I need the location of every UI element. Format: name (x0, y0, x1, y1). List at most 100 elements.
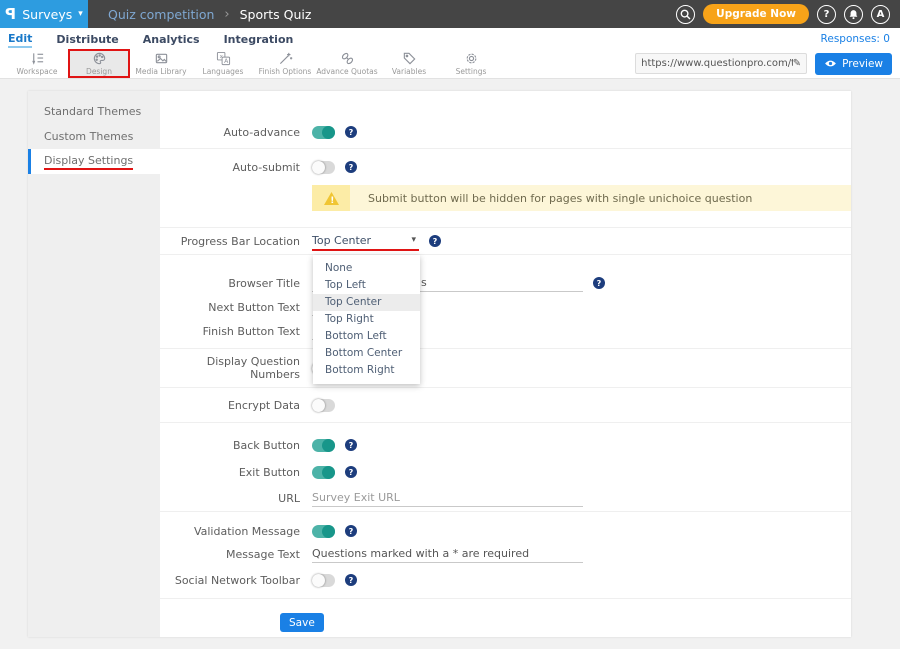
product-name: Surveys (22, 7, 72, 22)
exit-url-input[interactable]: Survey Exit URL (312, 489, 583, 507)
page-content: Standard Themes Custom Themes Display Se… (0, 79, 900, 649)
gear-icon (464, 51, 479, 66)
help-icon[interactable]: ? (345, 126, 357, 138)
tab-integration[interactable]: Integration (224, 31, 294, 47)
divider (160, 422, 851, 423)
menu-option-none[interactable]: None (313, 260, 420, 277)
menu-option-top-right[interactable]: Top Right (313, 311, 420, 328)
topbar-actions: Upgrade Now ? A (676, 4, 900, 24)
responses-count[interactable]: Responses: 0 (821, 33, 900, 45)
auto-advance-toggle[interactable] (312, 126, 335, 139)
encrypt-data-toggle[interactable] (312, 399, 335, 412)
breadcrumb: Quiz competition › Sports Quiz (108, 7, 311, 22)
progress-bar-location-selectwrap: Top Center ▾ None Top Left Top Center To… (312, 234, 419, 249)
breadcrumb-survey-name: Sports Quiz (240, 7, 312, 22)
help-icon[interactable]: ? (345, 161, 357, 173)
toolbar-item-label: Workspace (17, 67, 58, 76)
edit-url-pencil-icon[interactable]: ✎ (793, 58, 801, 69)
surveys-menu[interactable]: P Surveys ▾ (0, 0, 88, 28)
auto-submit-warning: ! Submit button will be hidden for pages… (312, 185, 851, 211)
tag-icon (402, 51, 417, 66)
main-tabs: Edit Distribute Analytics Integration Re… (0, 28, 900, 49)
help-icon[interactable]: ? (593, 277, 605, 289)
toggle-knob (322, 126, 335, 139)
toolbar-item-media-library[interactable]: Media Library (130, 49, 192, 78)
themes-sidebar: Standard Themes Custom Themes Display Se… (28, 91, 160, 637)
toolbar-item-label: Design (86, 67, 112, 76)
progress-bar-location-select[interactable]: Top Center ▾ (312, 234, 419, 249)
save-button[interactable]: Save (280, 613, 324, 632)
encrypt-data-row: Encrypt Data (160, 388, 851, 422)
toolbar-item-languages[interactable]: x A Languages (192, 49, 254, 78)
toggle-knob (312, 574, 325, 587)
toolbar-item-label: Languages (203, 67, 244, 76)
validation-message-row: Validation Message ? (160, 520, 851, 542)
auto-submit-row: Auto-submit ? (160, 149, 851, 185)
help-button[interactable]: ? (817, 5, 836, 24)
tab-analytics[interactable]: Analytics (143, 31, 200, 47)
tab-distribute[interactable]: Distribute (56, 31, 118, 47)
social-network-toolbar-label: Social Network Toolbar (160, 574, 300, 587)
help-icon[interactable]: ? (345, 525, 357, 537)
avatar[interactable]: A (871, 5, 890, 24)
sidebar-item-custom-themes[interactable]: Custom Themes (28, 124, 160, 149)
menu-option-bottom-center[interactable]: Bottom Center (313, 345, 420, 362)
toolbar-item-variables[interactable]: Variables (378, 49, 440, 78)
encrypt-data-label: Encrypt Data (160, 399, 300, 412)
menu-option-bottom-right[interactable]: Bottom Right (313, 362, 420, 379)
image-icon (154, 51, 169, 66)
sidebar-item-standard-themes[interactable]: Standard Themes (28, 99, 160, 124)
exit-button-toggle[interactable] (312, 466, 335, 479)
message-text-input[interactable]: Questions marked with a * are required (312, 545, 583, 563)
sidebar-item-label: Custom Themes (44, 130, 133, 143)
breadcrumb-folder[interactable]: Quiz competition (108, 7, 214, 22)
display-question-numbers-row: Display Question Numbers (160, 349, 851, 387)
progress-bar-location-menu: None Top Left Top Center Top Right Botto… (313, 255, 420, 384)
auto-advance-label: Auto-advance (160, 126, 300, 139)
toolbar-item-finish-options[interactable]: Finish Options (254, 49, 316, 78)
divider (160, 598, 851, 599)
toolbar-item-label: Finish Options (259, 67, 312, 76)
sidebar-item-display-settings[interactable]: Display Settings (28, 149, 160, 174)
toolbar-item-label: Advance Quotas (316, 67, 377, 76)
help-icon[interactable]: ? (429, 235, 441, 247)
toolbar-item-advance-quotas[interactable]: Advance Quotas (316, 49, 378, 78)
warning-icon-cell: ! (312, 185, 350, 211)
message-text-label: Message Text (160, 548, 300, 561)
menu-option-top-center[interactable]: Top Center (313, 294, 420, 311)
upgrade-now-button[interactable]: Upgrade Now (703, 4, 809, 24)
questionpro-logo-icon: P (5, 5, 16, 23)
help-icon[interactable]: ? (345, 574, 357, 586)
menu-option-top-left[interactable]: Top Left (313, 277, 420, 294)
breadcrumb-separator-icon: › (224, 7, 229, 22)
toolbar-item-settings[interactable]: Settings (440, 49, 502, 78)
preview-button[interactable]: Preview (815, 53, 892, 75)
survey-url-field[interactable]: https://www.questionpro.com/t/APNrFZ ✎ (635, 53, 807, 74)
social-network-toolbar-toggle[interactable] (312, 574, 335, 587)
menu-option-bottom-left[interactable]: Bottom Left (313, 328, 420, 345)
auto-submit-label: Auto-submit (160, 161, 300, 174)
toolbar-item-workspace[interactable]: Workspace (6, 49, 68, 78)
next-button-text-label: Next Button Text (160, 301, 300, 314)
back-button-toggle[interactable] (312, 439, 335, 452)
auto-submit-toggle[interactable] (312, 161, 335, 174)
workspace-icon (30, 51, 45, 66)
notifications-button[interactable] (844, 5, 863, 24)
tab-edit[interactable]: Edit (8, 30, 32, 48)
eye-icon (824, 59, 837, 68)
back-button-label: Back Button (160, 439, 300, 452)
chevron-down-icon: ▾ (78, 9, 83, 19)
validation-message-toggle[interactable] (312, 525, 335, 538)
search-button[interactable] (676, 5, 695, 24)
divider (160, 254, 851, 255)
message-text-value: Questions marked with a * are required (312, 547, 529, 560)
finish-button-text-label: Finish Button Text (160, 325, 300, 338)
toolbar-item-design[interactable]: Design (68, 49, 130, 78)
toolbar-item-label: Media Library (135, 67, 186, 76)
social-network-toolbar-row: Social Network Toolbar ? (160, 566, 851, 594)
help-icon[interactable]: ? (345, 466, 357, 478)
divider (160, 511, 851, 512)
translate-icon: x A (216, 51, 231, 66)
help-icon[interactable]: ? (345, 439, 357, 451)
exit-url-label: URL (160, 492, 300, 505)
